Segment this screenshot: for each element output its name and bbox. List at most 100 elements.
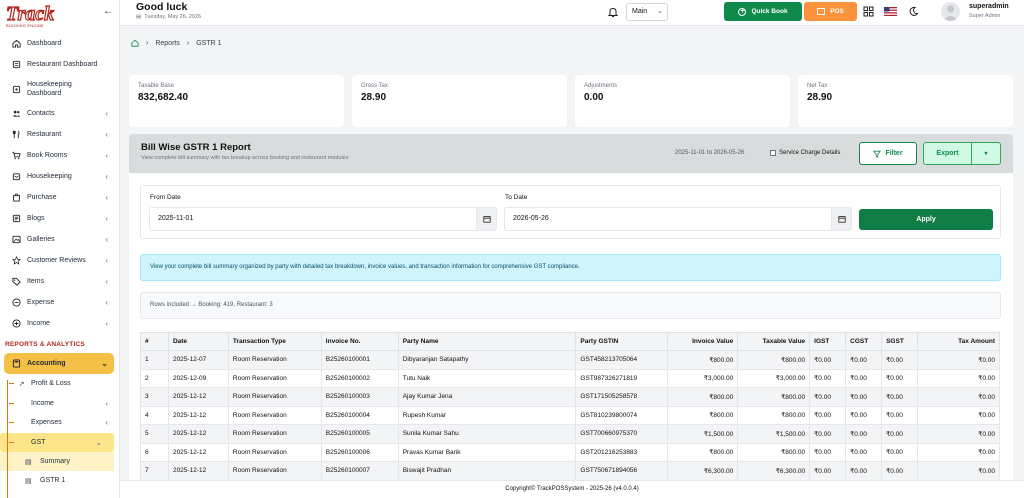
sidebar-item-book-rooms[interactable]: Book Rooms ‹	[0, 145, 119, 166]
user-name[interactable]: superadmin	[969, 3, 1009, 10]
column-header[interactable]: #	[140, 332, 169, 351]
sidebar-subitem-gst[interactable]: GST ⌄	[0, 432, 114, 452]
sidebar-item-customer-reviews[interactable]: Customer Reviews ‹	[0, 250, 119, 271]
sidebar-subitem-income[interactable]: Income ‹	[0, 394, 119, 414]
sidebar-subitem-expenses[interactable]: Expenses ‹	[0, 413, 119, 433]
checkbox-box[interactable]	[770, 150, 776, 156]
sidebar-gst-gstr1[interactable]: ▤ GSTR 1	[0, 471, 119, 490]
sidebar-item-expense[interactable]: Expense ‹	[0, 292, 119, 313]
table-cell: 1	[140, 350, 169, 370]
chevron-left-icon: ‹	[105, 398, 108, 408]
table-cell: ₹0.00	[881, 368, 919, 388]
sidebar-item-dashboard[interactable]: Dashboard	[0, 33, 119, 54]
pos-button[interactable]: POS	[804, 2, 857, 21]
calendar-icon[interactable]	[831, 208, 851, 230]
sidebar-item-housekeeping[interactable]: Housekeeping ‹	[0, 166, 119, 187]
sidebar-item-accounting[interactable]: Accounting ⌄	[4, 353, 114, 374]
home-icon[interactable]	[131, 39, 139, 47]
table-row[interactable]: 6 2025-12-12 Room Reservation B25260100006 P…	[140, 442, 1000, 462]
filter-button[interactable]: Filter	[859, 142, 917, 165]
us-flag-icon[interactable]	[884, 6, 897, 17]
sidebar-subitem-label: GST	[31, 438, 46, 446]
chevron-down-icon[interactable]: ▾	[972, 150, 1000, 157]
stat-card-adjustments: Adjustments 0.00	[575, 75, 790, 127]
chevron-left-icon: ‹	[105, 277, 108, 286]
from-date-input[interactable]: 2025-11-01	[149, 207, 497, 231]
table-cell: ₹0.00	[917, 350, 1000, 370]
column-header[interactable]: Party Name	[397, 332, 577, 351]
sidebar-item-income[interactable]: Income ‹	[0, 313, 119, 334]
table-cell: B25260100001	[320, 350, 399, 370]
export-label[interactable]: Export	[924, 143, 972, 164]
sidebar-item-galleries[interactable]: Galleries ‹	[0, 229, 119, 250]
sidebar-item-purchase[interactable]: Purchase ‹	[0, 187, 119, 208]
table-cell: ₹0.00	[809, 387, 847, 407]
table-cell: GST700660975370	[575, 424, 669, 444]
column-header[interactable]: SGST	[881, 332, 919, 351]
to-date-input[interactable]: 2026-05-26	[504, 207, 852, 231]
moon-icon[interactable]	[908, 6, 919, 17]
table-row[interactable]: 4 2025-12-12 Room Reservation B25260100004 R…	[140, 405, 1000, 425]
column-header[interactable]: Invoice Value	[667, 332, 739, 351]
column-header[interactable]: IGST	[809, 332, 847, 351]
table-header-row: # Date Transaction Type Invoice No. Party Na…	[140, 332, 1000, 351]
sidebar-gst-summary[interactable]: ▤ Summary	[0, 452, 114, 471]
export-button[interactable]: Export ▾	[923, 142, 1001, 165]
sidebar-item-housekeeping-dashboard[interactable]: Housekeeping Dashboard	[0, 75, 119, 103]
table-cell: Ajay Kumar Jena	[397, 387, 577, 407]
table-row[interactable]: 7 2025-12-12 Room Reservation B25260100007 B…	[140, 461, 1000, 481]
table-cell: ₹0.00	[809, 350, 847, 370]
table-row[interactable]: 3 2025-12-12 Room Reservation B25260100003 A…	[140, 387, 1000, 407]
apply-button[interactable]: Apply	[859, 209, 993, 230]
collapse-sidebar-icon[interactable]: ←	[103, 6, 113, 17]
sidebar-nav: Dashboard Restaurant Dashboard Housekeep…	[0, 33, 119, 490]
column-header[interactable]: Date	[167, 332, 229, 351]
table-row[interactable]: 5 2025-12-12 Room Reservation B25260100005 S…	[140, 424, 1000, 444]
bell-icon[interactable]	[607, 6, 619, 18]
table-cell: ₹0.00	[917, 368, 1000, 388]
table-cell: B25260100005	[320, 424, 399, 444]
quick-book-button[interactable]: + Quick Book	[724, 2, 802, 21]
plus-circle-icon: +	[738, 7, 747, 16]
report-header: Bill Wise GSTR 1 Report View complete bi…	[129, 134, 1013, 173]
table-cell: ₹0.00	[845, 461, 883, 481]
avatar[interactable]	[941, 2, 960, 21]
logo-subtitle: BOOKING ENGINE	[6, 23, 44, 28]
stat-value: 28.90	[361, 92, 387, 103]
chevron-left-icon: ‹	[105, 298, 108, 307]
sidebar-item-label: Customer Reviews	[27, 257, 86, 264]
tag-icon	[11, 277, 21, 287]
column-header[interactable]: Taxable Value	[737, 332, 811, 351]
column-header[interactable]: Party GSTIN	[575, 332, 669, 351]
table-cell: ₹0.00	[917, 461, 1000, 481]
calendar-icon[interactable]	[476, 208, 496, 230]
sidebar-item-blogs[interactable]: Blogs ‹	[0, 208, 119, 229]
sidebar-subitem-profit-loss[interactable]: ↗ Profit & Loss	[0, 374, 119, 394]
column-header[interactable]: Tax Amount	[917, 332, 1000, 351]
sidebar-item-items[interactable]: Items ‹	[0, 271, 119, 292]
table-cell: 2025-12-12	[167, 442, 229, 462]
table-cell: ₹0.00	[881, 461, 919, 481]
table-cell: B25260100006	[320, 442, 399, 462]
service-charge-checkbox[interactable]: Service Charge Details	[770, 150, 840, 156]
sidebar-item-label: Purchase	[27, 194, 57, 201]
branch-select[interactable]: Main ⌄	[626, 3, 668, 21]
column-header[interactable]: Transaction Type	[227, 332, 322, 351]
table-row[interactable]: 1 2025-12-07 Room Reservation B25260100001 D…	[140, 350, 1000, 370]
table-cell: B25260100002	[320, 368, 399, 388]
table-row[interactable]: 2 2025-12-09 Room Reservation B25260100002 T…	[140, 368, 1000, 388]
rows-included-text: Rows included → Booking: 419, Restaurant…	[140, 292, 1001, 319]
column-header[interactable]: CGST	[845, 332, 883, 351]
brand-logo[interactable]: Track BOOKING ENGINE	[5, 3, 80, 28]
sidebar-item-contacts[interactable]: Contacts ‹	[0, 103, 119, 124]
table-cell: ₹0.00	[845, 442, 883, 462]
chevron-down-icon: ⌄	[95, 437, 102, 447]
sidebar-item-label: Restaurant	[27, 131, 62, 138]
breadcrumb: › Reports › GSTR 1	[131, 39, 222, 47]
column-header[interactable]: Invoice No.	[320, 332, 399, 351]
sidebar-item-restaurant-dashboard[interactable]: Restaurant Dashboard	[0, 54, 119, 75]
sidebar-item-restaurant[interactable]: Restaurant ‹	[0, 124, 119, 145]
breadcrumb-reports[interactable]: Reports	[155, 40, 180, 47]
grid-icon[interactable]	[863, 6, 874, 17]
plus-circle-icon	[11, 319, 21, 329]
